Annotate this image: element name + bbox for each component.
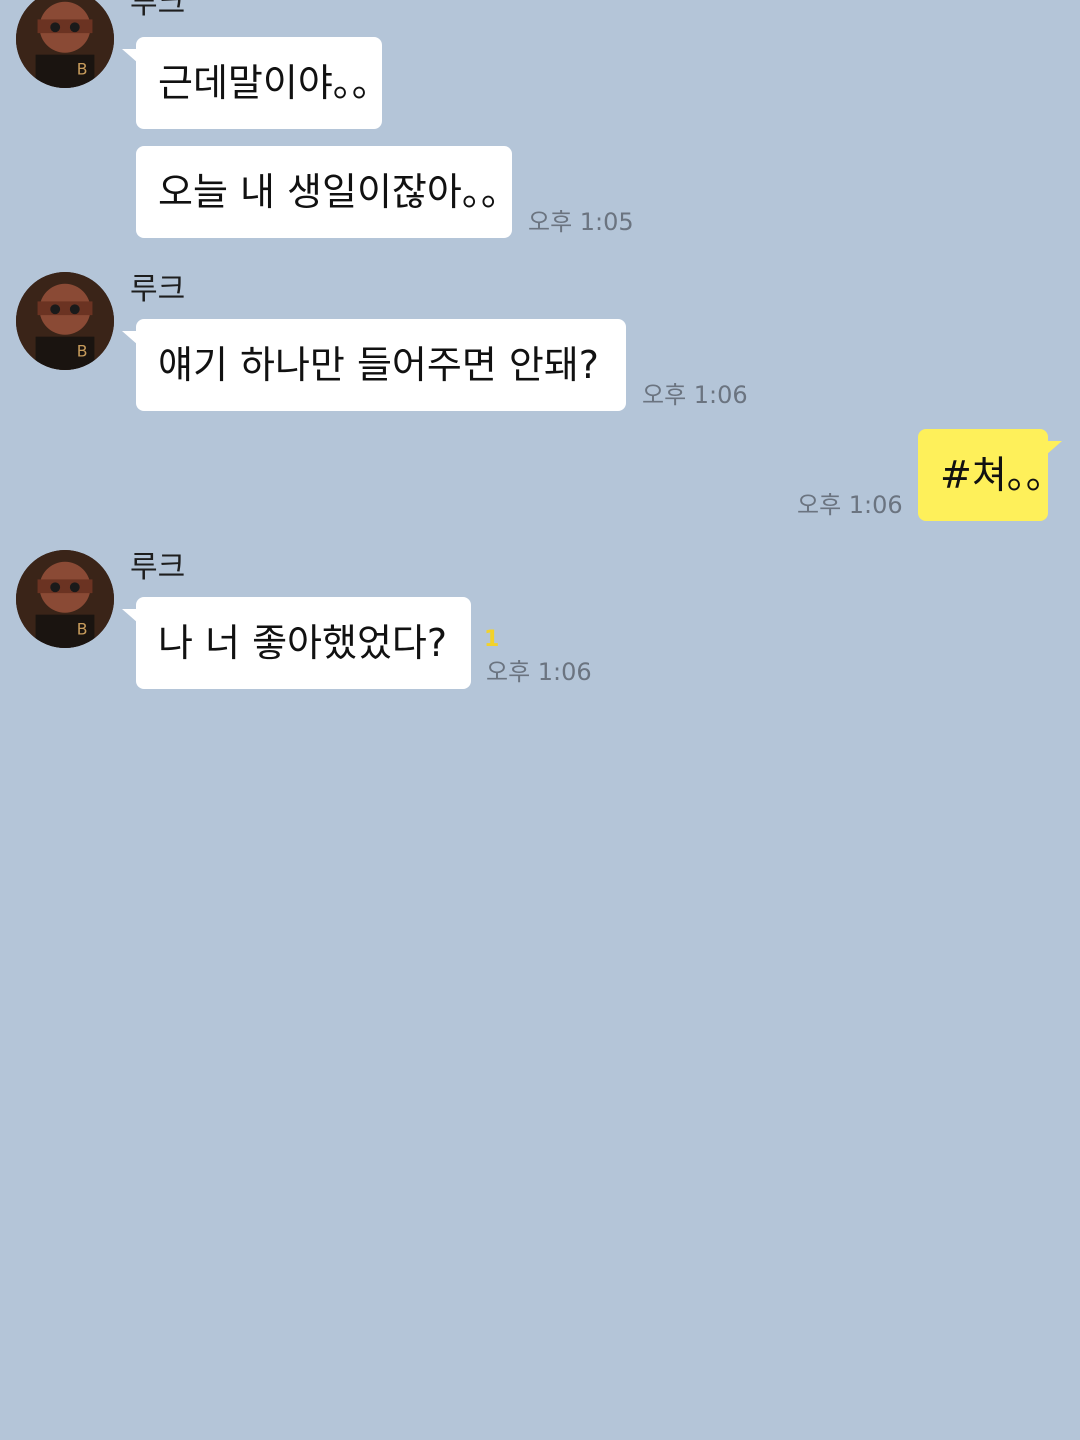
message-timestamp: 오후 1:06: [797, 491, 903, 519]
sender-avatar[interactable]: B: [16, 550, 114, 648]
message-text: 근데말이야。。: [158, 61, 390, 105]
message-text: 나 너 좋아했었다?: [158, 621, 448, 665]
message-bubble[interactable]: 오늘 내 생일이잖아。。: [136, 146, 519, 238]
my-message-bubble[interactable]: #쳐。。: [918, 429, 1064, 521]
message-timestamp: 오후 1:05: [528, 208, 634, 236]
sender-name: 루크: [130, 550, 186, 585]
message-text: #쳐。。: [940, 453, 1064, 497]
sender-avatar[interactable]: B: [16, 0, 114, 88]
sender-name: 루크: [130, 0, 186, 21]
message-bubble[interactable]: 나 너 좋아했었다?: [122, 597, 471, 689]
svg-text:B: B: [77, 619, 88, 638]
message-text: 오늘 내 생일이잖아。。: [158, 170, 519, 214]
avatar-image: B: [16, 0, 114, 88]
message-timestamp: 오후 1:06: [486, 658, 592, 686]
avatar-image: B: [16, 272, 114, 370]
message-text: 얘기 하나만 들어주면 안돼?: [158, 343, 599, 387]
sender-avatar[interactable]: B: [16, 272, 114, 370]
message-bubble[interactable]: 근데말이야。。: [122, 37, 390, 129]
svg-text:B: B: [77, 341, 88, 360]
message-bubble[interactable]: 얘기 하나만 들어주면 안돼?: [122, 319, 626, 411]
avatar-image: B: [16, 550, 114, 648]
svg-text:B: B: [77, 59, 88, 78]
sender-name: 루크: [130, 272, 186, 307]
unread-count: 1: [484, 627, 500, 652]
message-timestamp: 오후 1:06: [642, 381, 748, 409]
